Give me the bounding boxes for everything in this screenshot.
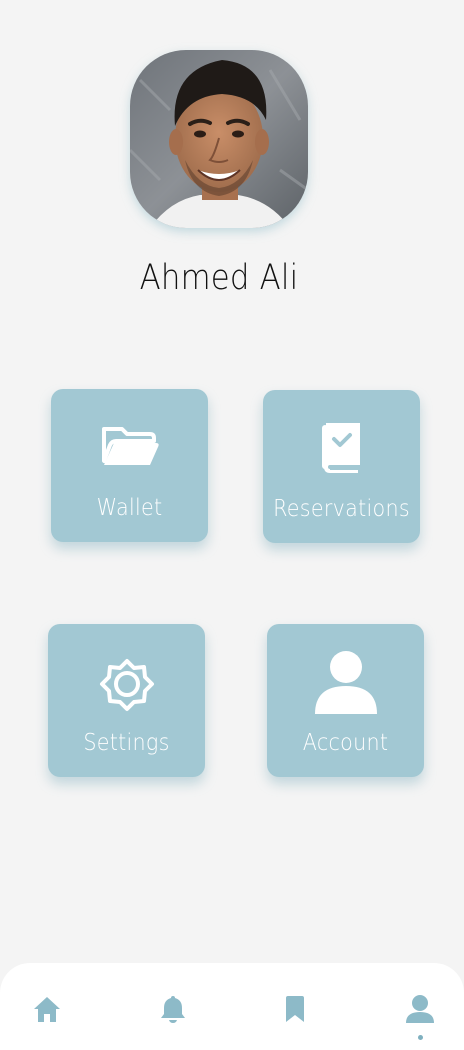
bell-icon — [161, 996, 185, 1023]
nav-profile-button[interactable] — [404, 993, 436, 1025]
wallet-tile[interactable]: Wallet — [51, 389, 208, 542]
user-name: Ahmed Ali — [139, 258, 299, 298]
wallet-label: Wallet — [96, 495, 163, 521]
settings-label: Settings — [83, 730, 170, 756]
bookmark-icon — [286, 996, 304, 1022]
nav-bookmarks-button[interactable] — [279, 993, 311, 1025]
account-label: Account — [302, 730, 389, 756]
profile-avatar[interactable] — [130, 50, 308, 228]
gear-icon — [48, 656, 205, 714]
home-icon — [34, 997, 60, 1022]
reservations-label: Reservations — [273, 496, 410, 522]
nav-home-button[interactable] — [31, 993, 63, 1025]
person-icon — [267, 650, 424, 716]
book-check-icon — [263, 423, 420, 473]
profile-photo — [130, 50, 308, 228]
settings-tile[interactable]: Settings — [48, 624, 205, 777]
nav-notifications-button[interactable] — [157, 993, 189, 1025]
profile-icon — [406, 995, 434, 1023]
bottom-nav — [0, 963, 464, 1050]
active-indicator — [418, 1035, 423, 1040]
folder-icon — [51, 425, 208, 469]
account-tile[interactable]: Account — [267, 624, 424, 777]
reservations-tile[interactable]: Reservations — [263, 390, 420, 543]
